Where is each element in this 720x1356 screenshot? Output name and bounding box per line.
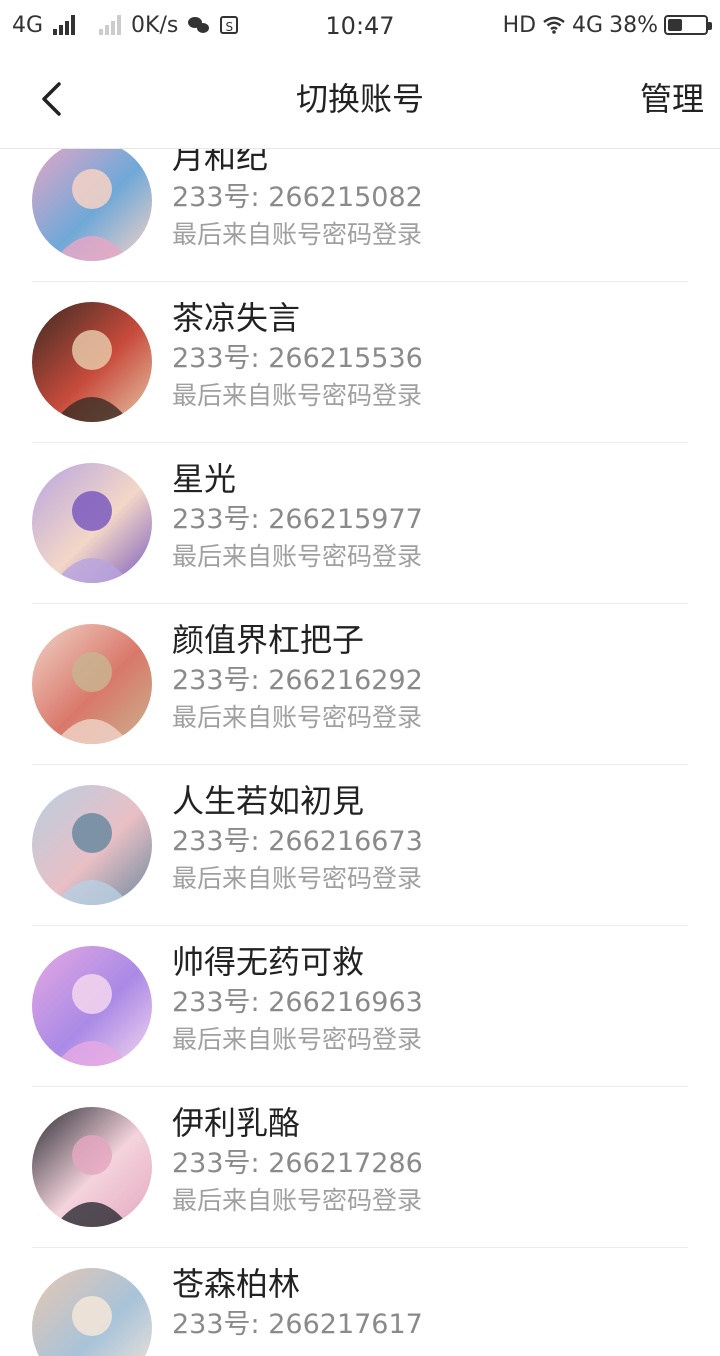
uid-label: 233号: bbox=[172, 504, 260, 535]
avatar-image bbox=[32, 463, 152, 583]
avatar bbox=[32, 149, 152, 261]
nav-bar: 切换账号 管理 bbox=[0, 50, 720, 149]
avatar-image bbox=[32, 785, 152, 905]
login-source: 最后来自账号密码登录 bbox=[172, 1186, 423, 1215]
uid-value: 266216963 bbox=[268, 987, 423, 1018]
avatar-image bbox=[32, 1107, 152, 1227]
uid-value: 266217617 bbox=[268, 1309, 423, 1340]
avatar bbox=[32, 463, 152, 583]
account-item[interactable]: 人生若如初見 233号: 266216673 最后来自账号密码登录 bbox=[32, 765, 688, 926]
avatar bbox=[32, 785, 152, 905]
avatar bbox=[32, 302, 152, 422]
uid-label: 233号: bbox=[172, 826, 260, 857]
avatar bbox=[32, 624, 152, 744]
account-uid: 233号: 266215082 bbox=[172, 179, 688, 217]
uid-value: 266215536 bbox=[268, 343, 423, 374]
account-item[interactable]: 苍森柏林 233号: 266217617 bbox=[32, 1248, 688, 1356]
account-item[interactable]: 颜值界杠把子 233号: 266216292 最后来自账号密码登录 bbox=[32, 604, 688, 765]
account-item[interactable]: 月和纪 233号: 266215082 最后来自账号密码登录 bbox=[32, 149, 688, 282]
login-source: 最后来自账号密码登录 bbox=[172, 1025, 423, 1054]
avatar bbox=[32, 1107, 152, 1227]
account-uid: 233号: 266215536 bbox=[172, 340, 688, 378]
page-title: 切换账号 bbox=[295, 80, 424, 118]
account-uid: 233号: 266217286 bbox=[172, 1145, 688, 1183]
account-uid: 233号: 266217617 bbox=[172, 1306, 688, 1344]
uid-value: 266215977 bbox=[268, 504, 423, 535]
account-name: 颜值界杠把子 bbox=[172, 621, 365, 659]
avatar bbox=[32, 1268, 152, 1356]
account-info: 茶凉失言 233号: 266215536 最后来自账号密码登录 bbox=[172, 296, 688, 414]
login-source: 最后来自账号密码登录 bbox=[172, 220, 423, 249]
account-list: 月和纪 233号: 266215082 最后来自账号密码登录 茶凉失言 233号: 26… bbox=[0, 149, 720, 1356]
account-uid: 233号: 266216292 bbox=[172, 662, 688, 700]
login-source: 最后来自账号密码登录 bbox=[172, 864, 423, 893]
account-name: 人生若如初見 bbox=[172, 782, 365, 820]
account-item[interactable]: 星光 233号: 266215977 最后来自账号密码登录 bbox=[32, 443, 688, 604]
login-source: 最后来自账号密码登录 bbox=[172, 703, 423, 732]
login-source: 最后来自账号密码登录 bbox=[172, 542, 423, 571]
manage-button[interactable]: 管理 bbox=[640, 50, 704, 148]
account-uid: 233号: 266216673 bbox=[172, 823, 688, 861]
uid-label: 233号: bbox=[172, 987, 260, 1018]
avatar-image bbox=[32, 302, 152, 422]
account-name: 伊利乳酪 bbox=[172, 1104, 301, 1142]
uid-value: 266216292 bbox=[268, 665, 423, 696]
uid-value: 266216673 bbox=[268, 826, 423, 857]
uid-label: 233号: bbox=[172, 1148, 260, 1179]
avatar-image bbox=[32, 1268, 152, 1356]
avatar-image bbox=[32, 624, 152, 744]
account-info: 人生若如初見 233号: 266216673 最后来自账号密码登录 bbox=[172, 779, 688, 897]
account-info: 伊利乳酪 233号: 266217286 最后来自账号密码登录 bbox=[172, 1101, 688, 1219]
account-uid: 233号: 266215977 bbox=[172, 501, 688, 539]
uid-label: 233号: bbox=[172, 1309, 260, 1340]
uid-label: 233号: bbox=[172, 343, 260, 374]
account-item[interactable]: 帅得无药可救 233号: 266216963 最后来自账号密码登录 bbox=[32, 926, 688, 1087]
account-info: 星光 233号: 266215977 最后来自账号密码登录 bbox=[172, 457, 688, 575]
status-time: 10:47 bbox=[325, 12, 395, 40]
battery-icon bbox=[664, 15, 712, 35]
account-info: 颜值界杠把子 233号: 266216292 最后来自账号密码登录 bbox=[172, 618, 688, 736]
account-name: 帅得无药可救 bbox=[172, 943, 365, 981]
account-name: 星光 bbox=[172, 460, 237, 498]
account-item[interactable]: 茶凉失言 233号: 266215536 最后来自账号密码登录 bbox=[32, 282, 688, 443]
uid-label: 233号: bbox=[172, 665, 260, 696]
account-name: 苍森柏林 bbox=[172, 1265, 301, 1303]
avatar-image bbox=[32, 946, 152, 1066]
avatar-image bbox=[32, 149, 152, 261]
account-info: 月和纪 233号: 266215082 最后来自账号密码登录 bbox=[172, 149, 688, 253]
login-source: 最后来自账号密码登录 bbox=[172, 381, 423, 410]
status-bar: 4G 0K/s S 10:47 HD 4G 38% bbox=[0, 0, 720, 50]
account-info: 帅得无药可救 233号: 266216963 最后来自账号密码登录 bbox=[172, 940, 688, 1058]
account-name: 茶凉失言 bbox=[172, 299, 301, 337]
uid-value: 266217286 bbox=[268, 1148, 423, 1179]
account-uid: 233号: 266216963 bbox=[172, 984, 688, 1022]
account-info: 苍森柏林 233号: 266217617 bbox=[172, 1262, 688, 1344]
wifi-icon bbox=[543, 16, 565, 34]
uid-value: 266215082 bbox=[268, 182, 423, 213]
account-name: 月和纪 bbox=[172, 149, 269, 176]
account-item[interactable]: 伊利乳酪 233号: 266217286 最后来自账号密码登录 bbox=[32, 1087, 688, 1248]
uid-label: 233号: bbox=[172, 182, 260, 213]
avatar bbox=[32, 946, 152, 1066]
